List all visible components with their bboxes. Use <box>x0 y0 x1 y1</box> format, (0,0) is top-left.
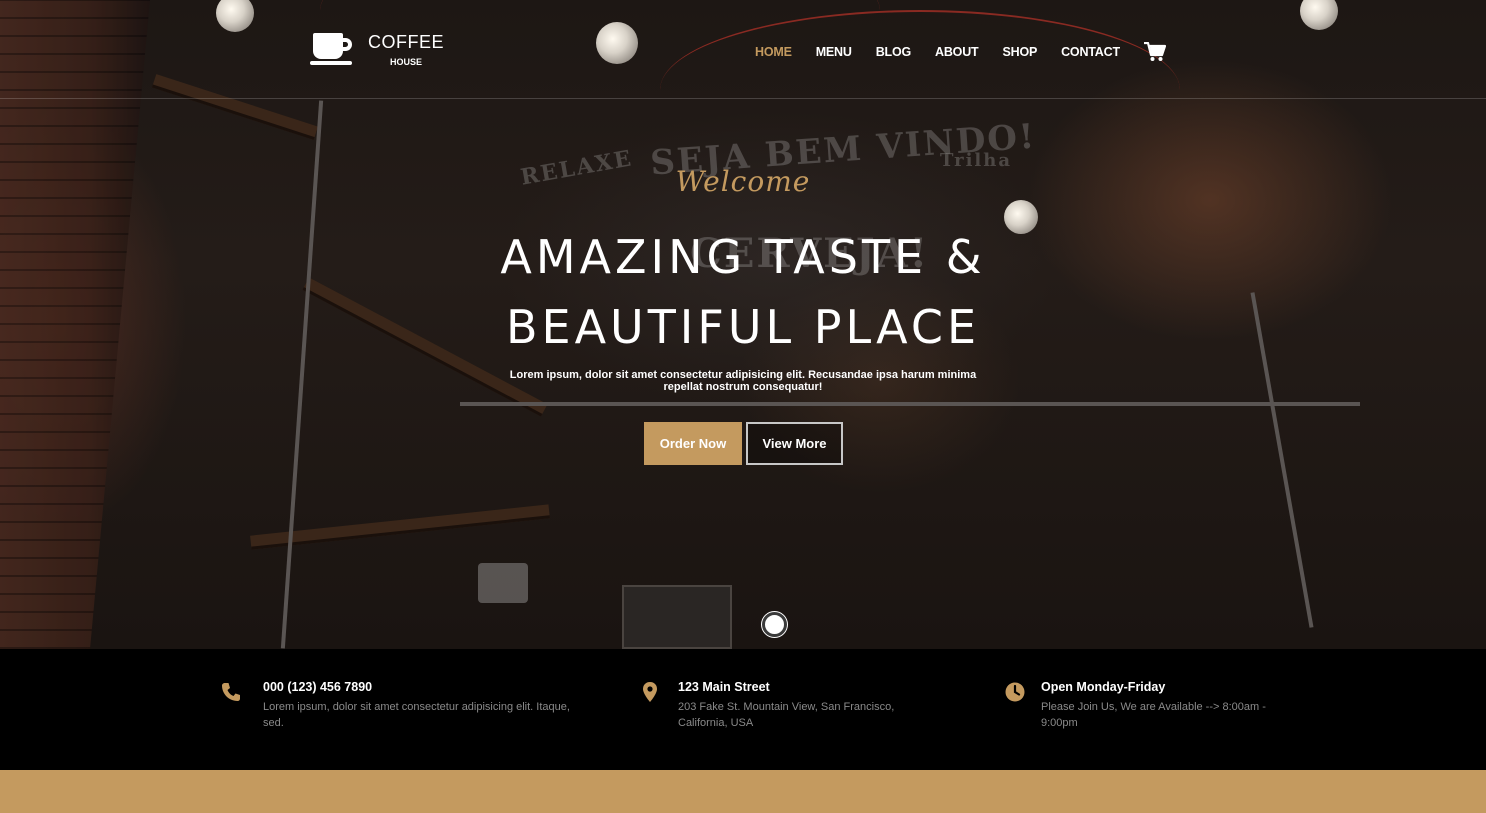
info-address-title: 123 Main Street <box>678 680 770 694</box>
nav-link-shop[interactable]: SHOP <box>1002 45 1037 59</box>
nav-link-home[interactable]: HOME <box>755 45 792 59</box>
order-now-button[interactable]: Order Now <box>644 422 742 465</box>
info-phone-title: 000 (123) 456 7890 <box>263 680 373 694</box>
info-item-hours: Open Monday-Friday Please Join Us, We ar… <box>1005 680 1305 731</box>
light-bulb-decor <box>1300 0 1338 30</box>
brand-logo[interactable]: COFFEE HOUSE <box>310 32 444 67</box>
info-item-address: 123 Main Street 203 Fake St. Mountain Vi… <box>642 680 942 731</box>
hero-headline: AMAZING TASTE & BEAUTIFUL PLACE <box>0 222 1486 362</box>
info-bar: 000 (123) 456 7890 Lorem ipsum, dolor si… <box>0 649 1486 770</box>
info-address-desc: 203 Fake St. Mountain View, San Francisc… <box>678 701 895 729</box>
brand-title: COFFEE <box>368 32 445 52</box>
shelf-decor <box>250 504 550 550</box>
coffee-cup-icon <box>310 32 354 67</box>
header-divider <box>0 98 1486 99</box>
hero-headline-line1: AMAZING TASTE & <box>500 230 986 284</box>
info-hours-title: Open Monday-Friday <box>1041 680 1166 694</box>
hero-section: SEJA BEM VINDO! RELAXE CERVEJA! Trilha C… <box>0 0 1486 649</box>
nav-link-about[interactable]: ABOUT <box>935 45 979 59</box>
phone-icon <box>221 682 243 704</box>
light-bulb-decor <box>596 22 638 64</box>
nav-link-contact[interactable]: CONTACT <box>1061 45 1120 59</box>
jar-decor <box>478 563 528 603</box>
slider-dot[interactable] <box>762 612 787 637</box>
view-more-button[interactable]: View More <box>746 422 843 465</box>
map-pin-icon <box>642 682 664 704</box>
nav-link-blog[interactable]: BLOG <box>876 45 912 59</box>
info-phone-desc: Lorem ipsum, dolor sit amet consectetur … <box>263 701 570 729</box>
hero-lead-text: Lorem ipsum, dolor sit amet consectetur … <box>509 369 977 393</box>
info-item-phone: 000 (123) 456 7890 Lorem ipsum, dolor si… <box>221 680 581 731</box>
light-bulb-decor <box>216 0 254 32</box>
fridge-decor <box>622 585 732 649</box>
welcome-script: Welcome <box>675 165 811 198</box>
pipe-decor <box>460 402 1360 406</box>
main-nav: HOME MENU BLOG ABOUT SHOP CONTACT <box>755 41 1166 62</box>
brand-subtitle: HOUSE <box>390 57 423 67</box>
nav-link-menu[interactable]: MENU <box>816 45 852 59</box>
hero-headline-line2: BEAUTIFUL PLACE <box>505 300 981 354</box>
clock-icon <box>1005 682 1027 704</box>
info-hours-desc: Please Join Us, We are Available --> 8:0… <box>1041 701 1266 729</box>
wire-decor <box>660 10 1180 170</box>
shelf-decor <box>151 74 319 140</box>
accent-band <box>0 770 1486 813</box>
cart-icon[interactable] <box>1143 41 1166 62</box>
